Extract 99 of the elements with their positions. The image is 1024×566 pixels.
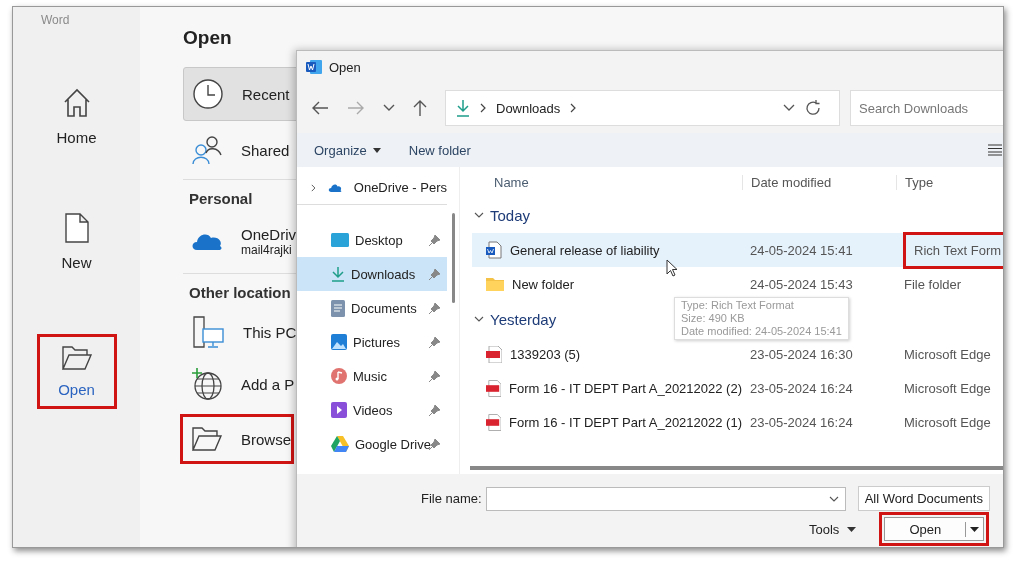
- document-icon: [331, 299, 345, 317]
- download-icon: [456, 99, 470, 117]
- drive-triangle-icon: [331, 436, 349, 452]
- file-type: Rich Text Form: [906, 234, 1003, 266]
- tree-label: Desktop: [355, 232, 403, 248]
- file-date: 23-05-2024 16:24: [749, 380, 854, 396]
- file-type: Microsoft Edge: [903, 380, 992, 396]
- organize-menu[interactable]: Organize: [314, 142, 367, 158]
- file-row[interactable]: New folder 24-05-2024 15:43 File folder: [472, 267, 1003, 301]
- up-arrow-icon[interactable]: [413, 99, 427, 117]
- chevron-right-icon: [480, 103, 486, 113]
- file-name-field[interactable]: [485, 486, 846, 511]
- collapse-chevron-icon[interactable]: [474, 212, 484, 218]
- refresh-icon[interactable]: [805, 100, 821, 116]
- tree-label: Documents: [351, 300, 417, 316]
- column-header[interactable]: Type: [896, 174, 1003, 190]
- nav-item[interactable]: New: [39, 204, 114, 279]
- caret-icon[interactable]: [970, 526, 980, 532]
- location-label: Add a P: [241, 375, 295, 393]
- file-row[interactable]: Form 16 - IT DEPT Part A_20212022 (1) 23-05-2024 16:24 Microsoft Edge: [472, 405, 1003, 439]
- file-type-dropdown[interactable]: All Word Documents: [857, 486, 990, 511]
- tooltip-line: Size: 490 KB: [681, 312, 746, 325]
- file-type: Microsoft Edge: [903, 346, 992, 362]
- pdf-file-icon: [486, 413, 502, 431]
- folder-icon: [191, 426, 223, 452]
- location-label: Browse: [240, 430, 291, 448]
- location-label: This PC: [243, 323, 297, 341]
- file-name: 1339203 (5): [510, 346, 581, 362]
- file-row[interactable]: Form 16 - IT DEPT Part A_20212022 (2) 23-05-2024 16:24 Microsoft Edge: [472, 371, 1003, 405]
- tree-label: Music: [353, 368, 387, 384]
- file-name: Form 16 - IT DEPT Part A_20212022 (2): [509, 380, 742, 396]
- chevron-down-icon[interactable]: [783, 104, 795, 112]
- nav-item[interactable]: Home: [39, 79, 114, 154]
- pdf-file-icon: [486, 379, 502, 397]
- location-item[interactable]: Browse: [183, 417, 291, 461]
- tree-label: Videos: [353, 402, 393, 418]
- search-field[interactable]: Search Downloads: [850, 90, 1003, 126]
- tree-item[interactable]: Google Drive: [297, 427, 447, 461]
- dialog-title: Open: [329, 59, 361, 75]
- desktop-icon: [331, 233, 349, 247]
- file-date: 24-05-2024 15:43: [749, 276, 854, 292]
- people-icon: [191, 135, 223, 165]
- view-list-icon[interactable]: [988, 144, 1002, 156]
- file-name: Form 16 - IT DEPT Part A_20212022 (1): [509, 414, 742, 430]
- file-type: Microsoft Edge: [903, 414, 992, 430]
- music-icon: [331, 368, 347, 384]
- word-logo-icon: [305, 59, 323, 75]
- tree-label: Google Drive: [355, 436, 431, 452]
- caret-icon: [372, 147, 381, 153]
- file-date: 24-05-2024 15:41: [749, 242, 854, 258]
- column-header[interactable]: Date modified: [742, 174, 896, 190]
- back-arrow-icon[interactable]: [311, 101, 329, 115]
- folder-icon: [486, 277, 504, 291]
- chevron-down-icon[interactable]: [828, 495, 839, 502]
- app-name: Word: [41, 13, 70, 27]
- chevron-down-icon[interactable]: [383, 104, 395, 112]
- file-name-label: File name:: [421, 491, 482, 506]
- file-date: 23-05-2024 16:30: [749, 346, 854, 362]
- clock-icon: [192, 78, 224, 110]
- file-row[interactable]: 1339203 (5) 23-05-2024 16:30 Microsoft Edge: [472, 337, 1003, 371]
- location-label: Recent: [242, 85, 290, 103]
- account-name: OneDriv: [241, 225, 296, 243]
- collapse-chevron-icon[interactable]: [474, 316, 484, 322]
- file-date: 23-05-2024 16:24: [749, 414, 854, 430]
- group-heading: Yesterday: [490, 310, 557, 328]
- tree-item[interactable]: Downloads: [297, 257, 447, 291]
- video-icon: [331, 402, 347, 418]
- download-icon: [331, 266, 345, 282]
- file-name: New folder: [512, 276, 575, 292]
- file-row[interactable]: General release of liability 24-05-2024 15:41 Rich Text Form: [472, 233, 1003, 267]
- path-segment[interactable]: Downloads: [496, 100, 561, 116]
- expand-chevron-icon[interactable]: [311, 182, 316, 193]
- tree-item[interactable]: OneDrive - Pers: [297, 171, 447, 205]
- tree-label: Pictures: [353, 334, 400, 350]
- caret-icon: [847, 526, 857, 532]
- location-label: Shared: [241, 141, 290, 159]
- word-document-icon: [486, 241, 502, 259]
- tooltip-line: Date modified: 24-05-2024 15:41: [681, 325, 842, 338]
- chevron-right-icon: [570, 103, 577, 113]
- tree-label: OneDrive - Pers: [353, 180, 447, 195]
- globe-icon: [191, 367, 223, 401]
- tooltip-line: Type: Rich Text Format: [681, 299, 795, 312]
- column-header[interactable]: Name: [472, 174, 742, 190]
- image-icon: [331, 334, 347, 350]
- mouse-pointer-icon: [666, 259, 678, 277]
- blank-page-icon: [63, 212, 90, 244]
- tools-menu[interactable]: Tools: [809, 521, 840, 537]
- file-name: General release of liability: [510, 242, 660, 258]
- group-heading: Today: [490, 206, 531, 224]
- nav-item[interactable]: Open: [39, 337, 114, 406]
- file-type: File folder: [903, 276, 963, 292]
- folder-icon: [60, 345, 93, 371]
- computer-icon: [191, 315, 225, 349]
- new-folder-button[interactable]: New folder: [408, 142, 471, 158]
- account-email: mail4rajki: [241, 242, 293, 257]
- address-bar[interactable]: Downloads: [445, 90, 840, 126]
- tree-label: Downloads: [351, 266, 416, 282]
- pane-title: Open: [183, 27, 233, 49]
- pdf-file-icon: [486, 345, 502, 363]
